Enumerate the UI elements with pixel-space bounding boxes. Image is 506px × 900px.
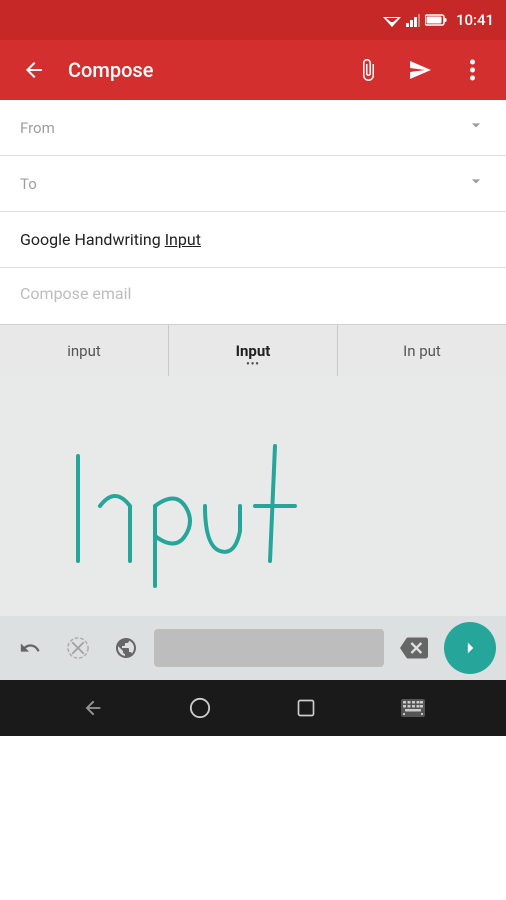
to-chevron-icon bbox=[466, 171, 486, 196]
from-row[interactable]: From bbox=[0, 100, 506, 156]
subject-row[interactable]: Google Handwriting Input bbox=[0, 212, 506, 268]
from-chevron-icon bbox=[466, 115, 486, 140]
status-time: 10:41 bbox=[456, 11, 494, 29]
more-button[interactable] bbox=[454, 52, 490, 88]
suggestion-item-1[interactable]: input bbox=[0, 325, 169, 376]
undo-button[interactable] bbox=[10, 628, 50, 668]
nav-recents-button[interactable] bbox=[286, 688, 326, 728]
nav-back-button[interactable] bbox=[73, 688, 113, 728]
suggestion-text-2: Input bbox=[236, 342, 271, 360]
suggestion-dots: ••• bbox=[246, 359, 260, 370]
globe-button[interactable] bbox=[106, 628, 146, 668]
compose-placeholder: Compose email bbox=[20, 284, 131, 303]
suggestion-item-2[interactable]: Input ••• bbox=[169, 325, 338, 376]
attach-button[interactable] bbox=[350, 52, 386, 88]
wifi-icon bbox=[383, 13, 401, 27]
subject-underlined-word: Input bbox=[165, 230, 201, 249]
globe-icon bbox=[114, 636, 138, 660]
nav-home-button[interactable] bbox=[180, 688, 220, 728]
signal-icon bbox=[406, 13, 420, 27]
more-icon bbox=[470, 59, 475, 81]
backspace-icon bbox=[400, 634, 428, 662]
app-bar: Compose bbox=[0, 40, 506, 100]
spacebar[interactable] bbox=[154, 629, 384, 667]
from-label: From bbox=[20, 119, 466, 137]
paperclip-icon bbox=[356, 58, 380, 82]
app-title: Compose bbox=[68, 58, 334, 82]
nav-keyboard-icon bbox=[401, 699, 425, 717]
suggestion-item-3[interactable]: In put bbox=[338, 325, 506, 376]
delete-word-button[interactable] bbox=[58, 628, 98, 668]
email-form: From To Google Handwriting Input Compose… bbox=[0, 100, 506, 324]
battery-icon bbox=[425, 14, 447, 26]
send-button[interactable] bbox=[402, 52, 438, 88]
delete-word-icon bbox=[67, 637, 89, 659]
subject-text: Google Handwriting Input bbox=[20, 230, 201, 249]
send-icon bbox=[408, 58, 432, 82]
enter-button[interactable] bbox=[444, 622, 496, 674]
keyboard-bottom bbox=[0, 616, 506, 680]
nav-bar bbox=[0, 680, 506, 736]
nav-back-icon bbox=[82, 697, 104, 719]
suggestions-bar: input Input ••• In put bbox=[0, 324, 506, 376]
enter-icon bbox=[457, 635, 483, 661]
handwriting-area[interactable] bbox=[0, 376, 506, 616]
handwriting-canvas bbox=[0, 376, 506, 616]
to-row[interactable]: To bbox=[0, 156, 506, 212]
undo-icon bbox=[19, 637, 41, 659]
back-button[interactable] bbox=[16, 52, 52, 88]
to-label: To bbox=[20, 175, 466, 193]
nav-recents-icon bbox=[296, 698, 316, 718]
status-bar: 10:41 bbox=[0, 0, 506, 40]
status-icons: 10:41 bbox=[383, 11, 494, 29]
compose-row[interactable]: Compose email bbox=[0, 268, 506, 324]
nav-home-icon bbox=[189, 697, 211, 719]
nav-keyboard-button[interactable] bbox=[393, 688, 433, 728]
suggestion-text-3: In put bbox=[403, 342, 441, 360]
suggestion-text-1: input bbox=[67, 342, 101, 360]
backspace-button[interactable] bbox=[392, 628, 436, 668]
